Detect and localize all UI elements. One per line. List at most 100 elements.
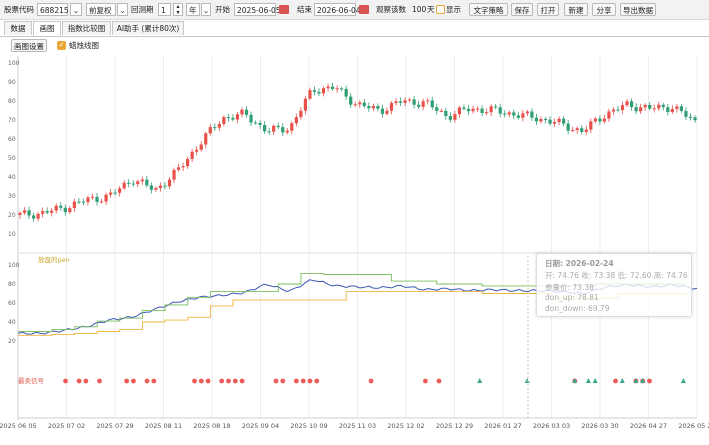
y-tick-label: 100 [8,60,20,67]
candle-body [580,128,584,132]
buy-signal-dot [226,378,231,384]
candle-body [122,182,126,189]
chart-area[interactable]: 2025 06 05 2025 07 02 2025 07 29 2025 08 11… [0,0,709,445]
candle-body [620,105,625,111]
candle-body [521,113,525,118]
tooltip-price: 参量价: 73.38 [545,283,594,292]
line-legend: 放盘的pen [38,255,70,264]
candle-body [235,114,240,120]
candle-body [566,123,570,131]
candle-body [140,179,144,182]
candle-body [181,166,185,168]
candle-body [675,106,679,109]
x-tick-label: 2025 06 05 [0,422,37,430]
candle-body [557,118,561,123]
buy-signal-dot [280,378,286,384]
candle-body [294,117,298,124]
y-tick-label: 60 [8,136,16,143]
candle-body [389,102,394,111]
candle-body [127,182,131,184]
candle-body [376,105,380,109]
candle-body [589,121,593,130]
buy-signal-dot [192,378,197,384]
x-tick-label: 2026 04 27 [630,422,667,430]
buy-signal-dot [131,378,136,384]
y-tick-label: 50 [8,155,16,162]
candle-body [167,179,172,187]
candle-body [602,118,606,122]
candle-body [575,128,579,130]
y-tick-label: 40 [8,174,16,181]
candle-body [611,109,616,112]
candle-body [525,111,529,114]
candle-body [571,129,575,131]
candle-body [145,179,149,186]
candle-body [475,108,480,110]
candle-body [249,114,253,123]
candle-body [403,100,407,103]
tooltip-don-up: don_up: 78.81 [545,293,599,302]
candle-body [276,125,280,128]
candle-body [453,114,457,120]
candle-body [426,100,430,102]
candle-body [149,185,153,190]
buy-signal-dot [63,378,68,384]
y-tick-label: 80 [8,98,16,105]
x-tick-label: 2025 12 29 [436,422,473,430]
buy-signal-dot [647,378,652,384]
candle-body [340,88,344,90]
candle-body [353,104,357,106]
candle-body [303,98,308,111]
candle-body [81,201,86,203]
candle-body [371,105,375,109]
candle-body [616,109,620,111]
candle-body [471,108,475,112]
x-tick-label: 2026 03 30 [581,422,618,430]
candle-body [90,196,95,198]
candle-body [380,108,385,114]
candle-body [670,108,674,113]
candle-body [439,110,443,112]
candle-body [412,99,416,105]
candle-body [41,211,45,214]
buy-signal-dot [239,378,245,384]
y-tick-label: 10 [8,231,16,238]
y-tick-label: 60 [8,300,16,307]
candle-body [50,210,54,213]
x-tick-label: 2025 12 02 [387,422,424,430]
buy-signal-dot [307,378,313,384]
x-tick-label: 2025 11 03 [339,422,376,430]
candle-body [634,107,638,112]
candle-body [512,112,516,116]
y-tick-label: 80 [8,281,16,288]
candle-body [607,111,611,119]
candle-body [466,108,471,112]
candle-body [231,117,235,120]
sell-signal-marker [619,378,625,383]
candle-body [349,96,353,105]
candle-body [136,181,140,185]
candle-body [222,117,226,124]
sell-signal-marker [524,378,530,383]
candle-body [118,188,122,193]
buy-signal-dot [293,378,299,384]
candle-body [63,207,67,213]
candle-body [385,110,389,114]
candle-body [109,192,113,195]
candle-body [172,169,176,180]
candle-body [263,124,267,132]
candle-body [195,149,199,152]
candle-body [407,99,412,101]
candle-body [154,188,158,190]
x-tick-label: 2025 07 29 [96,422,133,430]
candle-body [113,192,117,194]
candle-body [290,123,294,131]
candle-body [59,205,63,208]
candle-body [272,125,276,132]
candle-body [503,113,507,115]
buy-signal-dot [314,378,320,384]
candle-body [163,185,167,187]
buy-signal-dot [300,378,306,384]
candle-body [344,88,348,97]
chart-tooltip: 日期: 2026-02-24 开: 74.76 收: 73.38 低: 72.6… [536,253,692,317]
